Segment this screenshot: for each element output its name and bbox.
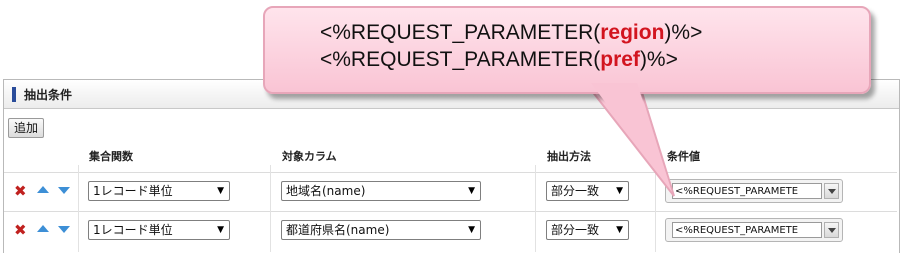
column-header-target: 対象カラム	[282, 150, 337, 163]
condition-value-input[interactable]: <%REQUEST_PARAMETE	[672, 183, 822, 199]
column-divider	[535, 165, 536, 252]
column-header-method: 抽出方法	[547, 150, 591, 163]
callout-line-pref: <%REQUEST_PARAMETER(pref)%>	[320, 48, 678, 72]
add-button[interactable]: 追加	[8, 118, 45, 138]
aggregate-select-value: 1レコード単位	[93, 223, 173, 237]
column-header-aggregate: 集合関数	[89, 150, 133, 163]
panel-title: 抽出条件	[24, 88, 73, 102]
callout-text: )%>	[664, 21, 703, 44]
move-up-icon[interactable]	[37, 186, 49, 193]
chevron-down-icon: ▼	[468, 225, 475, 235]
chevron-down-icon[interactable]	[824, 222, 839, 238]
method-select-value: 部分一致	[551, 223, 600, 237]
condition-value-input[interactable]: <%REQUEST_PARAMETE	[672, 222, 822, 238]
column-divider	[78, 165, 79, 252]
chevron-down-icon[interactable]	[824, 183, 839, 199]
column-header-value: 条件値	[667, 150, 700, 163]
callout-text: <%REQUEST_PARAMETER(	[320, 48, 601, 71]
condition-value-combo[interactable]: <%REQUEST_PARAMETE	[665, 218, 843, 242]
condition-value-combo[interactable]: <%REQUEST_PARAMETE	[665, 179, 843, 203]
target-column-select-value: 都道府県名(name)	[286, 223, 390, 237]
move-down-icon[interactable]	[58, 187, 70, 194]
column-divider	[655, 165, 656, 252]
chevron-down-icon: ▼	[616, 225, 623, 235]
move-down-icon[interactable]	[58, 226, 70, 233]
chevron-down-icon: ▼	[468, 186, 475, 196]
method-select[interactable]: 部分一致 ▼	[546, 220, 629, 240]
aggregate-select[interactable]: 1レコード単位 ▼	[88, 181, 230, 201]
delete-row-icon[interactable]: ✖	[14, 222, 27, 238]
target-column-select[interactable]: 都道府県名(name) ▼	[281, 220, 481, 240]
chevron-down-icon: ▼	[616, 186, 623, 196]
move-up-icon[interactable]	[37, 225, 49, 232]
callout-text: )%>	[639, 48, 678, 71]
method-select-value: 部分一致	[551, 184, 600, 198]
target-column-select[interactable]: 地域名(name) ▼	[281, 181, 481, 201]
callout-param-region: region	[600, 21, 665, 44]
callout-text: <%REQUEST_PARAMETER(	[320, 21, 601, 44]
method-select[interactable]: 部分一致 ▼	[546, 181, 629, 201]
delete-row-icon[interactable]: ✖	[14, 183, 27, 199]
aggregate-select[interactable]: 1レコード単位 ▼	[88, 220, 230, 240]
chevron-down-icon: ▼	[217, 186, 224, 196]
panel-header-accent	[12, 87, 16, 102]
callout-param-pref: pref	[600, 48, 640, 71]
column-divider	[270, 165, 271, 252]
chevron-down-icon: ▼	[217, 225, 224, 235]
annotation-callout: <%REQUEST_PARAMETER(region)%> <%REQUEST_…	[263, 6, 871, 94]
target-column-select-value: 地域名(name)	[286, 184, 366, 198]
callout-line-region: <%REQUEST_PARAMETER(region)%>	[320, 21, 702, 45]
aggregate-select-value: 1レコード単位	[93, 184, 173, 198]
